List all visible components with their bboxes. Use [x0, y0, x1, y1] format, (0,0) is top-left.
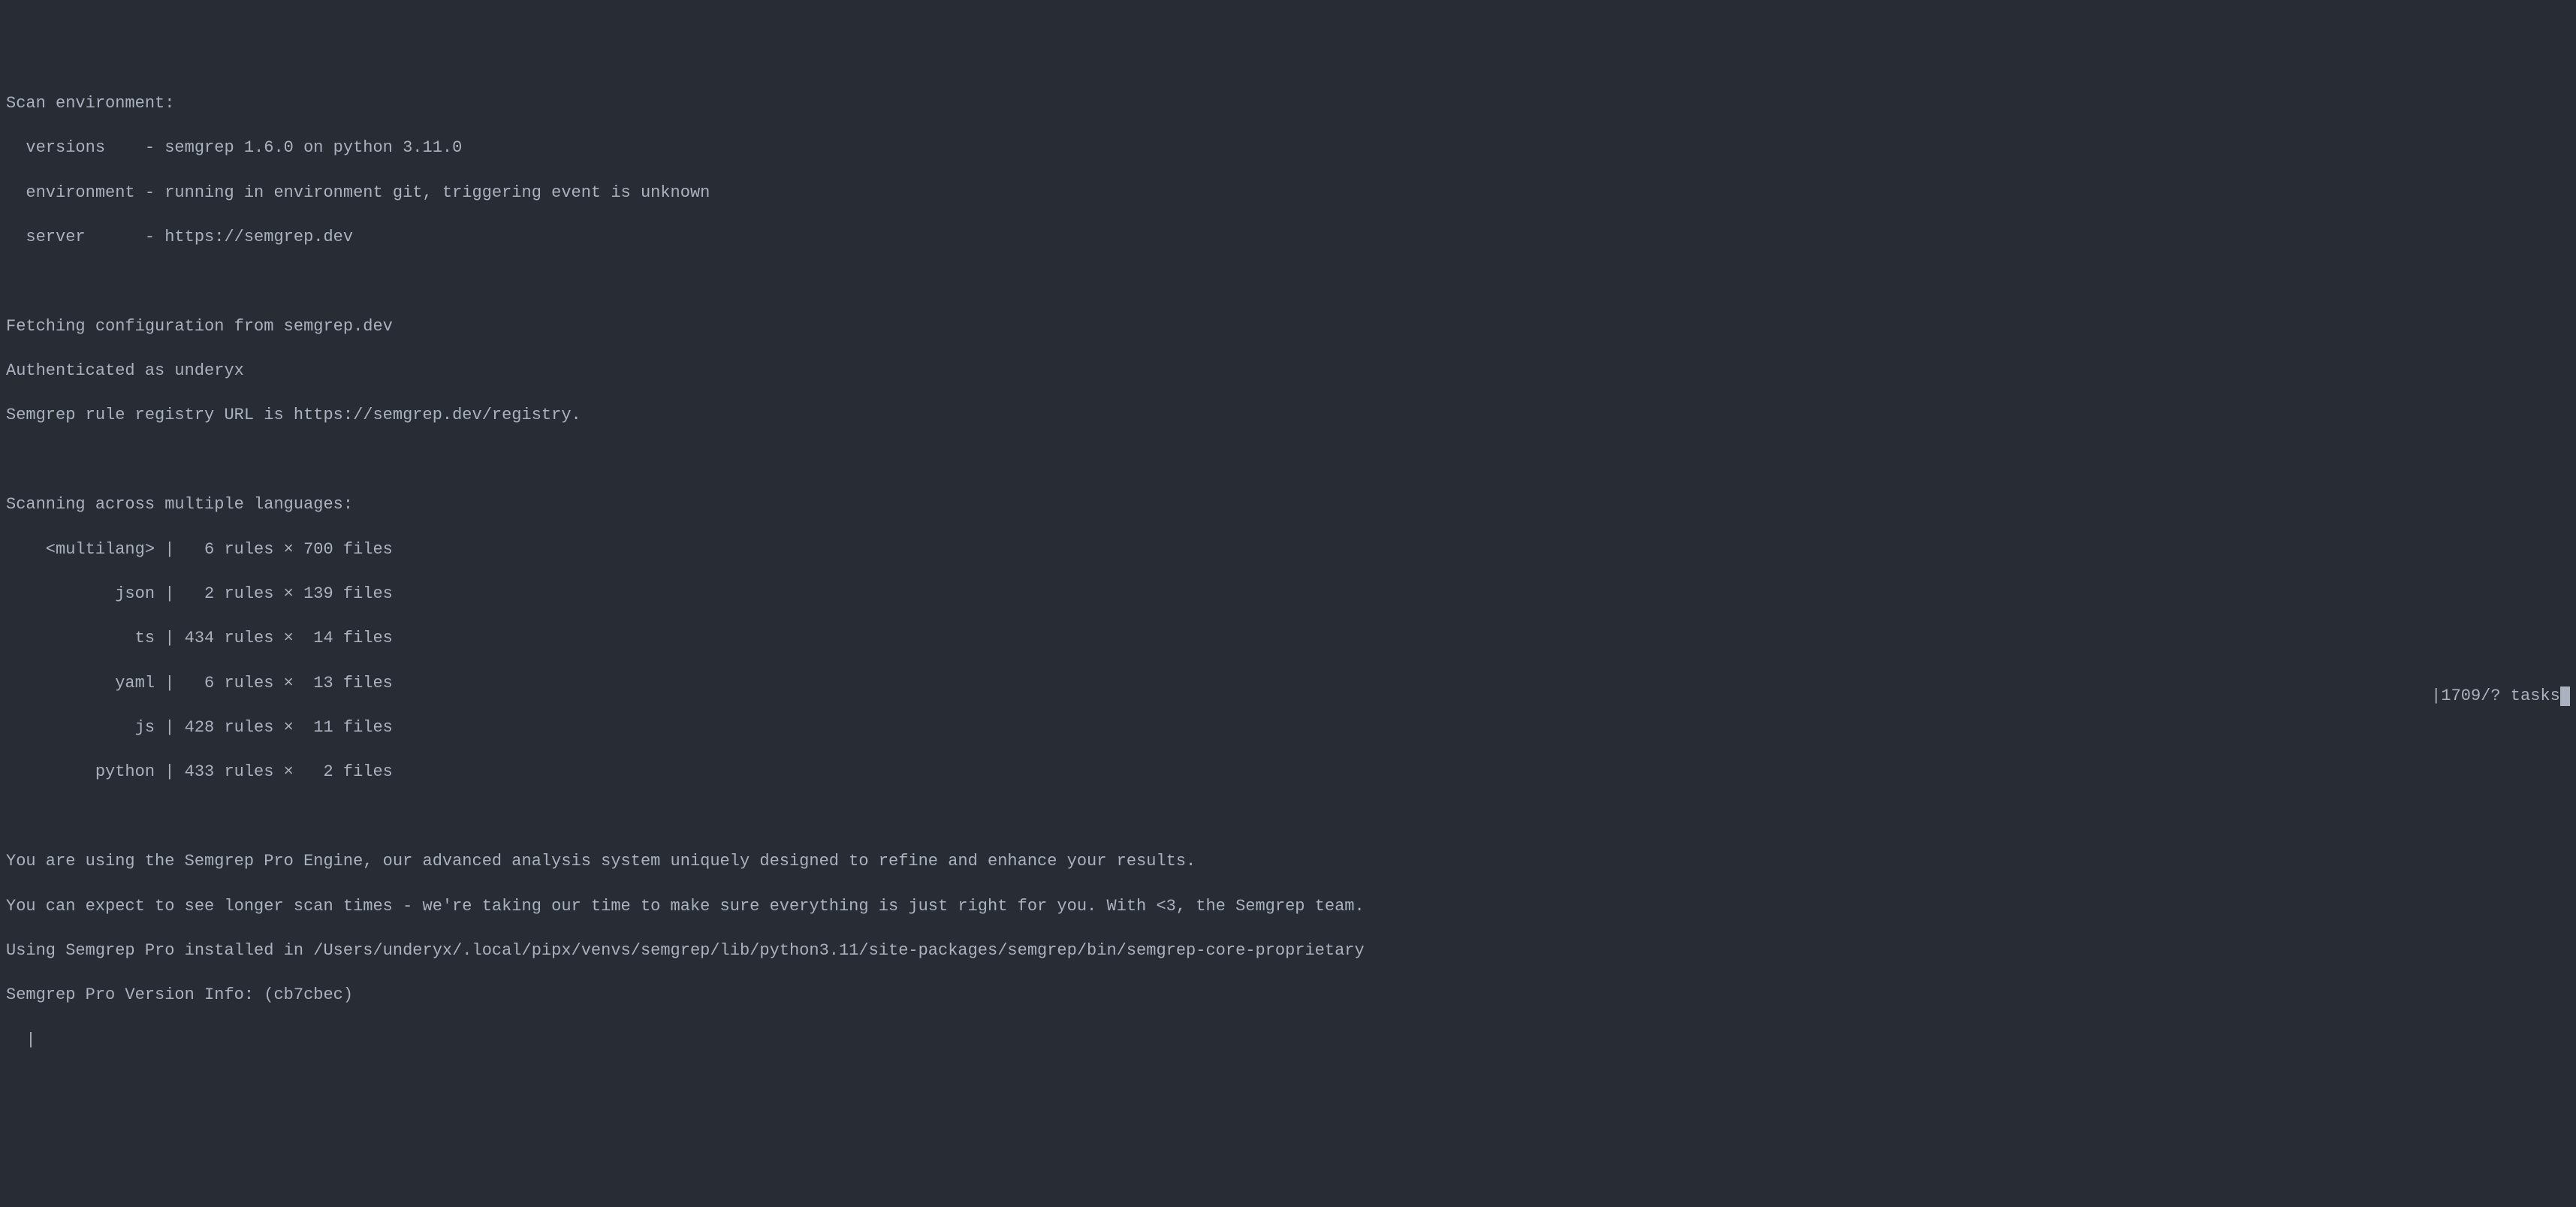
- auth-line: Authenticated as underyx: [6, 360, 2570, 382]
- environment-line: environment - running in environment git…: [6, 182, 2570, 204]
- scan-row-yaml: yaml | 6 rules × 13 files: [6, 672, 2570, 695]
- fetching-config: Fetching configuration from semgrep.dev: [6, 315, 2570, 338]
- pro-engine-line4: Semgrep Pro Version Info: (cb7cbec): [6, 984, 2570, 1006]
- server-value: https://semgrep.dev: [164, 228, 353, 246]
- scanning-header: Scanning across multiple languages:: [6, 493, 2570, 516]
- task-counter: |1709/? tasks: [2431, 685, 2560, 708]
- environment-value: running in environment git, triggering e…: [164, 183, 710, 202]
- versions-line: versions - semgrep 1.6.0 on python 3.11.…: [6, 137, 2570, 159]
- registry-line: Semgrep rule registry URL is https://sem…: [6, 404, 2570, 427]
- blank-line-2: [6, 449, 2570, 472]
- scan-row-ts: ts | 434 rules × 14 files: [6, 627, 2570, 650]
- scan-row-multilang: <multilang> | 6 rules × 700 files: [6, 539, 2570, 561]
- pro-engine-line3: Using Semgrep Pro installed in /Users/un…: [6, 940, 2570, 962]
- versions-value: semgrep 1.6.0 on python 3.11.0: [164, 138, 462, 157]
- progress-line: |: [6, 1029, 2570, 1052]
- environment-label: environment -: [6, 183, 164, 202]
- blank-line-3: [6, 806, 2570, 828]
- progress-indent: |: [6, 1029, 36, 1052]
- scan-row-json: json | 2 rules × 139 files: [6, 583, 2570, 605]
- scan-env-header: Scan environment:: [6, 92, 2570, 115]
- server-line: server - https://semgrep.dev: [6, 226, 2570, 249]
- server-label: server -: [6, 228, 164, 246]
- pro-engine-line1: You are using the Semgrep Pro Engine, ou…: [6, 850, 2570, 873]
- status-line: |1709/? tasks: [2431, 685, 2570, 708]
- scan-row-js: js | 428 rules × 11 files: [6, 717, 2570, 739]
- scan-row-python: python | 433 rules × 2 files: [6, 761, 2570, 783]
- cursor-icon: [2560, 686, 2570, 706]
- versions-label: versions -: [6, 138, 164, 157]
- pro-engine-line2: You can expect to see longer scan times …: [6, 895, 2570, 918]
- blank-line-1: [6, 270, 2570, 293]
